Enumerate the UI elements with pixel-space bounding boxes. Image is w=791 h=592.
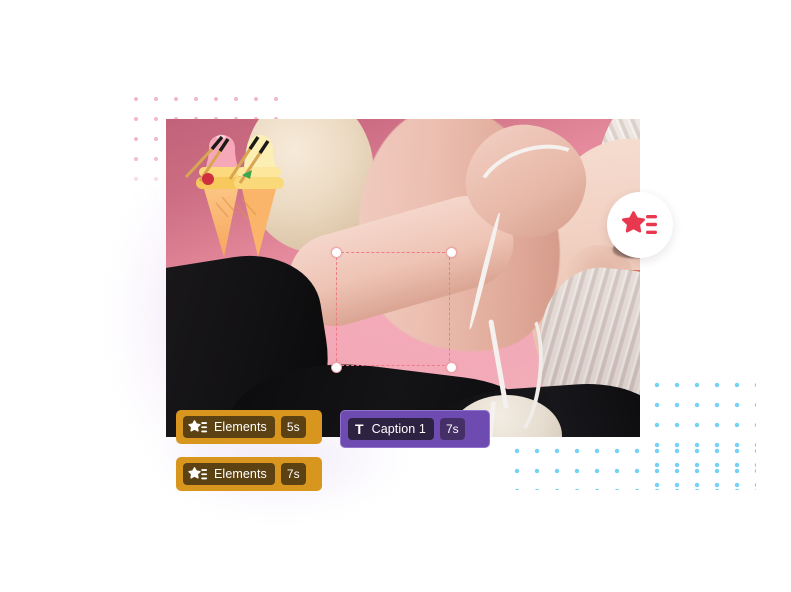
text-icon: T [355,421,364,437]
ice-cream-cone-sticker[interactable] [176,133,304,263]
blue-dot-grid-decoration-bottom [504,438,756,490]
clip-content: T Caption 1 [348,418,434,440]
video-preview[interactable] [166,119,640,437]
clip-duration: 5s [280,416,306,438]
timeline-clip-elements-1[interactable]: Elements 5s [176,410,322,444]
clip-label: Caption 1 [371,422,426,436]
elements-badge[interactable] [607,192,673,258]
star-list-icon [622,211,657,234]
star-list-icon [188,466,208,479]
clip-duration: 7s [439,418,465,440]
clip-duration: 7s [280,463,306,485]
clip-content: Elements [183,416,275,438]
timeline-clip-caption[interactable]: T Caption 1 7s [340,410,490,448]
blue-dot-grid-decoration-right [644,372,756,490]
editor-canvas-stage: Elements 5s T Caption 1 7s Elements 7s [0,0,791,592]
star-list-icon [188,419,208,432]
timeline-clip-elements-2[interactable]: Elements 7s [176,457,322,491]
clip-label: Elements [214,467,267,481]
clip-content: Elements [183,463,275,485]
clip-label: Elements [214,420,267,434]
